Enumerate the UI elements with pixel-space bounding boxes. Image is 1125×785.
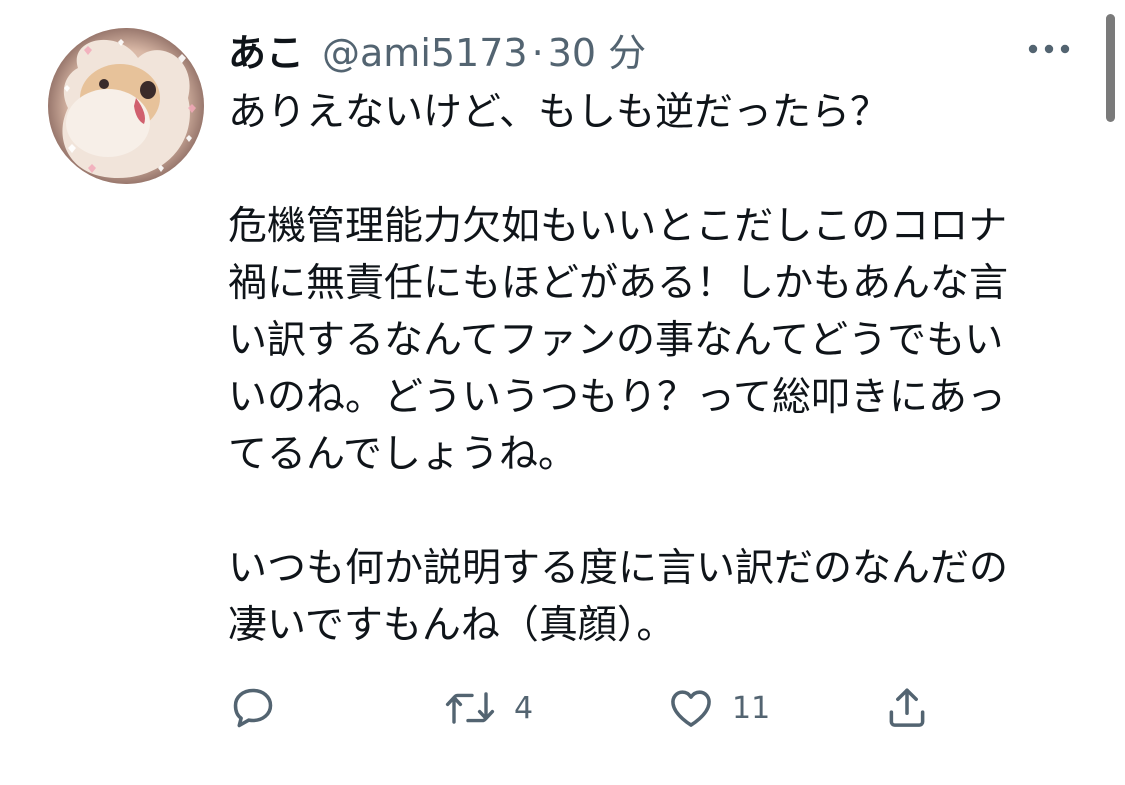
timestamp[interactable]: 30 分 (548, 22, 646, 77)
like-button[interactable]: 11 (666, 676, 770, 740)
more-horizontal-icon[interactable] (1024, 36, 1074, 62)
share-upload-icon (889, 688, 925, 727)
display-name[interactable]: あこ (228, 22, 304, 77)
retweet-button[interactable]: 4 (442, 676, 533, 740)
tweet-text: ありえないけど、もしも逆だったら？ 危機管理能力欠如もいいとこだしこのコロナ 禍… (228, 84, 1078, 654)
retweet-arrows-icon (445, 692, 495, 724)
heart-outline-icon (671, 690, 711, 727)
scrollbar[interactable] (1106, 14, 1115, 122)
avatar[interactable] (48, 28, 204, 184)
avatar-dog-icon (48, 28, 204, 184)
tweet-card[interactable]: あこ @ami5173 · 30 分 ありえないけど、もしも逆だったら？ 危機管… (0, 0, 1125, 785)
retweet-count: 4 (514, 690, 534, 726)
tweet-header: あこ @ami5173 · 30 分 (228, 22, 646, 78)
tweet-paragraph: 危機管理能力欠如もいいとこだしこのコロナ 禍に無責任にもほどがある！しかもあんな… (228, 204, 1009, 477)
separator-dot: · (531, 31, 544, 75)
reply-bubble-icon (233, 688, 273, 728)
user-handle[interactable]: @ami5173 (322, 31, 528, 75)
reply-button[interactable] (228, 676, 278, 740)
share-button[interactable] (882, 676, 932, 740)
like-count: 11 (732, 690, 771, 726)
tweet-actions: 4 11 (228, 676, 948, 740)
tweet-paragraph: いつも何か説明する度に言い訳だのなんだの 凄いですもんね（真顔）。 (228, 546, 1009, 648)
tweet-paragraph: ありえないけど、もしも逆だったら？ (228, 90, 890, 135)
